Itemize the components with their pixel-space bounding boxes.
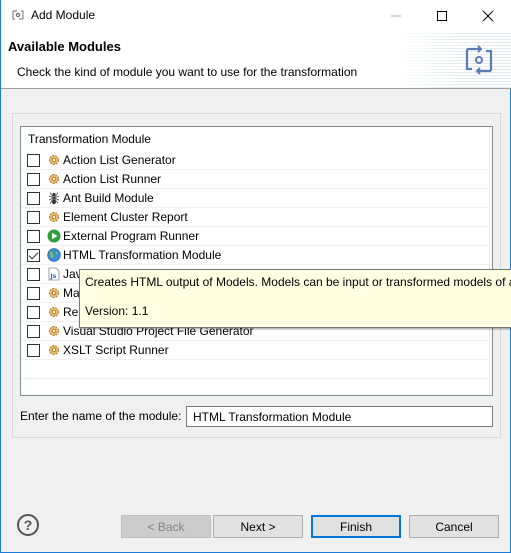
module-label: HTML Transformation Module [63,248,222,262]
module-label: Action List Generator [63,153,176,167]
module-transform-icon [12,10,24,20]
module-checkbox[interactable] [27,344,40,357]
module-checkbox[interactable] [27,306,40,319]
module-transform-icon [465,45,493,75]
page-description: Check the kind of module you want to use… [17,65,358,79]
maximize-button[interactable] [419,0,465,31]
module-checkbox[interactable] [27,268,40,281]
back-button[interactable]: < Back [121,515,211,538]
maximize-icon [437,10,447,21]
add-module-dialog: Add Module Available Modules Check the k… [0,0,511,553]
window-title: Add Module [31,8,96,22]
table-row[interactable]: XSLT Script Runner [21,341,490,360]
next-button[interactable]: Next > [213,515,303,538]
javascript-file-icon: Js [47,267,61,281]
table-row[interactable]: Action List Runner [21,170,490,189]
module-label: Action List Runner [63,172,162,186]
table-scrollbar[interactable] [489,127,492,395]
header-banner-decoration [401,31,511,88]
module-checkbox[interactable] [27,287,40,300]
wizard-header: Available Modules Check the kind of modu… [1,31,511,89]
module-name-input[interactable] [186,406,493,427]
help-icon: ? [23,517,33,533]
help-button[interactable]: ? [17,514,39,536]
module-checkbox[interactable] [27,325,40,338]
close-button[interactable] [465,0,511,31]
gear-icon [47,305,61,319]
table-row[interactable]: HTML Transformation Module [21,246,490,265]
gear-icon [47,324,61,338]
play-icon [47,229,61,243]
gear-icon [47,210,61,224]
module-checkbox[interactable] [27,211,40,224]
module-label: Ma [63,286,80,300]
module-label: Ant Build Module [63,191,154,205]
gear-icon [47,153,61,167]
minimize-icon [391,15,401,16]
module-checkbox[interactable] [27,154,40,167]
empty-row [21,379,490,395]
cancel-button[interactable]: Cancel [409,515,499,538]
title-bar: Add Module [1,0,511,31]
module-label: XSLT Script Runner [63,343,169,357]
module-label: Element Cluster Report [63,210,188,224]
gear-icon [47,172,61,186]
ant-icon [47,191,61,205]
module-checkbox[interactable] [27,249,40,262]
module-checkbox[interactable] [27,230,40,243]
tooltip-version: Version: 1.1 [85,304,149,318]
gear-icon [47,343,61,357]
module-tooltip: Creates HTML output of Models. Models ca… [79,269,511,328]
svg-text:Js: Js [50,273,57,280]
module-table[interactable]: Transformation Module Action List Genera… [20,126,493,396]
module-label: External Program Runner [63,229,200,243]
table-row[interactable]: Element Cluster Report [21,208,490,227]
table-row[interactable]: Action List Generator [21,151,490,170]
tooltip-description: Creates HTML output of Models. Models ca… [85,275,511,289]
page-title: Available Modules [8,39,121,54]
table-row[interactable]: Ant Build Module [21,189,490,208]
gear-icon [47,286,61,300]
globe-icon [47,248,61,262]
module-checkbox[interactable] [27,173,40,186]
column-header-transformation-module[interactable]: Transformation Module [28,132,151,146]
module-checkbox[interactable] [27,192,40,205]
minimize-button[interactable] [373,0,419,31]
close-icon [482,10,494,21]
finish-button[interactable]: Finish [311,515,401,538]
empty-row [21,360,490,379]
module-name-label: Enter the name of the module: [20,409,182,423]
table-row[interactable]: External Program Runner [21,227,490,246]
